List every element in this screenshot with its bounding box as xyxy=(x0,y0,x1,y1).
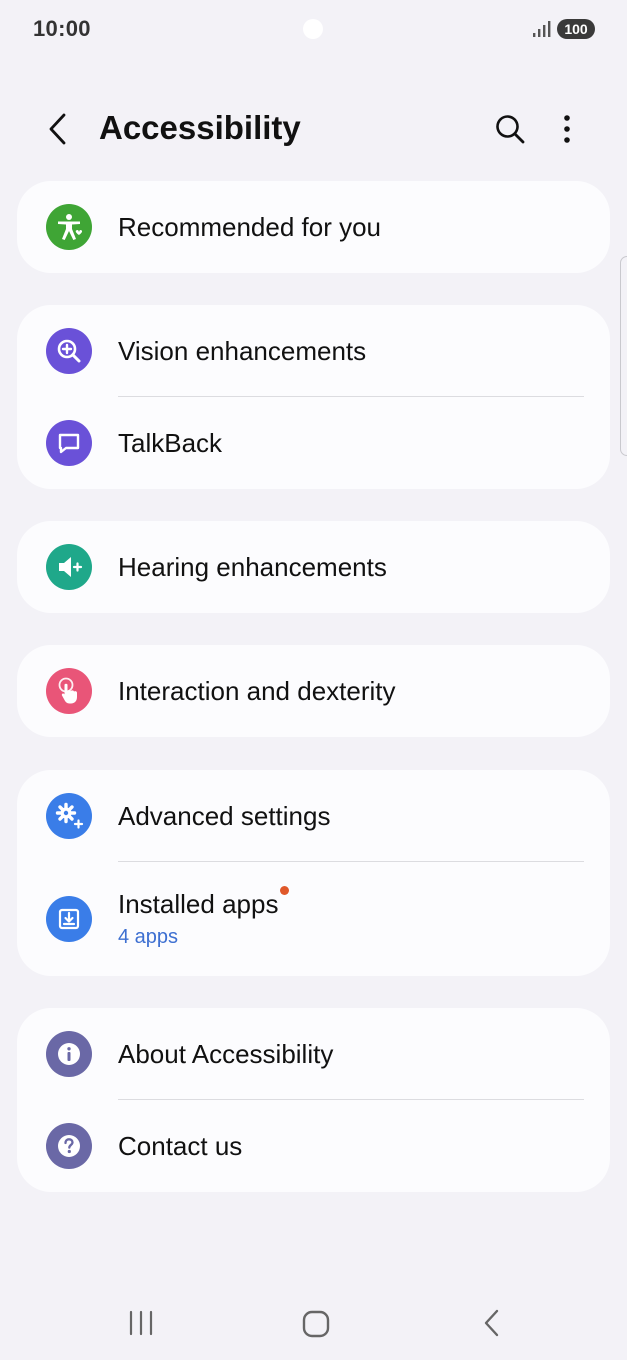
card-recommended: Recommended for you xyxy=(17,181,610,273)
list-item-hearing-enhancements[interactable]: Hearing enhancements xyxy=(17,521,610,613)
list-item-interaction-dexterity[interactable]: Interaction and dexterity xyxy=(17,645,610,737)
speech-bubble-icon xyxy=(46,420,92,466)
home-button[interactable] xyxy=(298,1306,334,1342)
card-advanced: Advanced settings Installed apps 4 apps xyxy=(17,770,610,976)
status-time: 10:00 xyxy=(33,16,91,41)
gears-plus-icon xyxy=(46,793,92,839)
camera-cutout xyxy=(303,19,323,39)
question-icon xyxy=(46,1123,92,1169)
download-box-icon xyxy=(46,896,92,942)
nav-back-button[interactable] xyxy=(475,1306,509,1340)
speaker-plus-icon xyxy=(46,544,92,590)
more-vertical-icon xyxy=(564,115,570,143)
list-item-advanced-settings[interactable]: Advanced settings xyxy=(17,770,610,862)
page-title: Accessibility xyxy=(99,109,301,146)
item-label: Hearing enhancements xyxy=(118,551,387,582)
item-label: Advanced settings xyxy=(118,800,331,831)
item-label: About Accessibility xyxy=(118,1038,334,1069)
list-item-talkback[interactable]: TalkBack xyxy=(17,397,610,489)
battery-level: 100 xyxy=(564,21,588,37)
info-icon xyxy=(46,1031,92,1077)
back-button[interactable] xyxy=(36,107,80,151)
item-label: TalkBack xyxy=(118,427,223,458)
item-label: Vision enhancements xyxy=(118,335,367,366)
item-label: Interaction and dexterity xyxy=(118,675,396,706)
back-icon xyxy=(484,1309,499,1337)
card-hearing: Hearing enhancements xyxy=(17,521,610,613)
card-vision: Vision enhancements TalkBack xyxy=(17,305,610,489)
list-item-recommended[interactable]: Recommended for you xyxy=(17,181,610,273)
list-item-contact-us[interactable]: Contact us xyxy=(17,1100,610,1192)
recents-button[interactable] xyxy=(124,1306,158,1340)
card-interaction: Interaction and dexterity xyxy=(17,645,610,737)
installed-apps-label: Installed apps xyxy=(118,889,279,919)
touch-hand-icon xyxy=(46,668,92,714)
search-icon xyxy=(496,115,525,144)
navigation-bar xyxy=(0,1290,627,1360)
recents-icon xyxy=(129,1310,153,1336)
new-badge-dot xyxy=(280,886,290,895)
magnify-plus-icon xyxy=(46,328,92,374)
status-bar: 10:00 100 xyxy=(0,0,627,58)
back-arrow-icon xyxy=(49,113,66,145)
card-about: About Accessibility Contact us xyxy=(17,1008,610,1192)
scroll-indicator[interactable] xyxy=(620,256,627,456)
item-label: Recommended for you xyxy=(118,211,382,242)
item-label: Installed apps xyxy=(118,886,290,920)
accessibility-person-icon xyxy=(46,204,92,250)
search-button[interactable] xyxy=(488,107,532,151)
home-icon xyxy=(302,1310,330,1338)
list-item-installed-apps[interactable]: Installed apps 4 apps xyxy=(17,862,610,976)
item-label: Contact us xyxy=(118,1130,243,1161)
signal-icon xyxy=(533,21,551,37)
battery-icon: 100 xyxy=(557,19,595,39)
list-item-vision-enhancements[interactable]: Vision enhancements xyxy=(17,305,610,397)
installed-apps-count: 4 apps xyxy=(118,926,179,948)
more-options-button[interactable] xyxy=(545,107,589,151)
app-header: Accessibility xyxy=(0,95,627,163)
list-item-about-accessibility[interactable]: About Accessibility xyxy=(17,1008,610,1100)
